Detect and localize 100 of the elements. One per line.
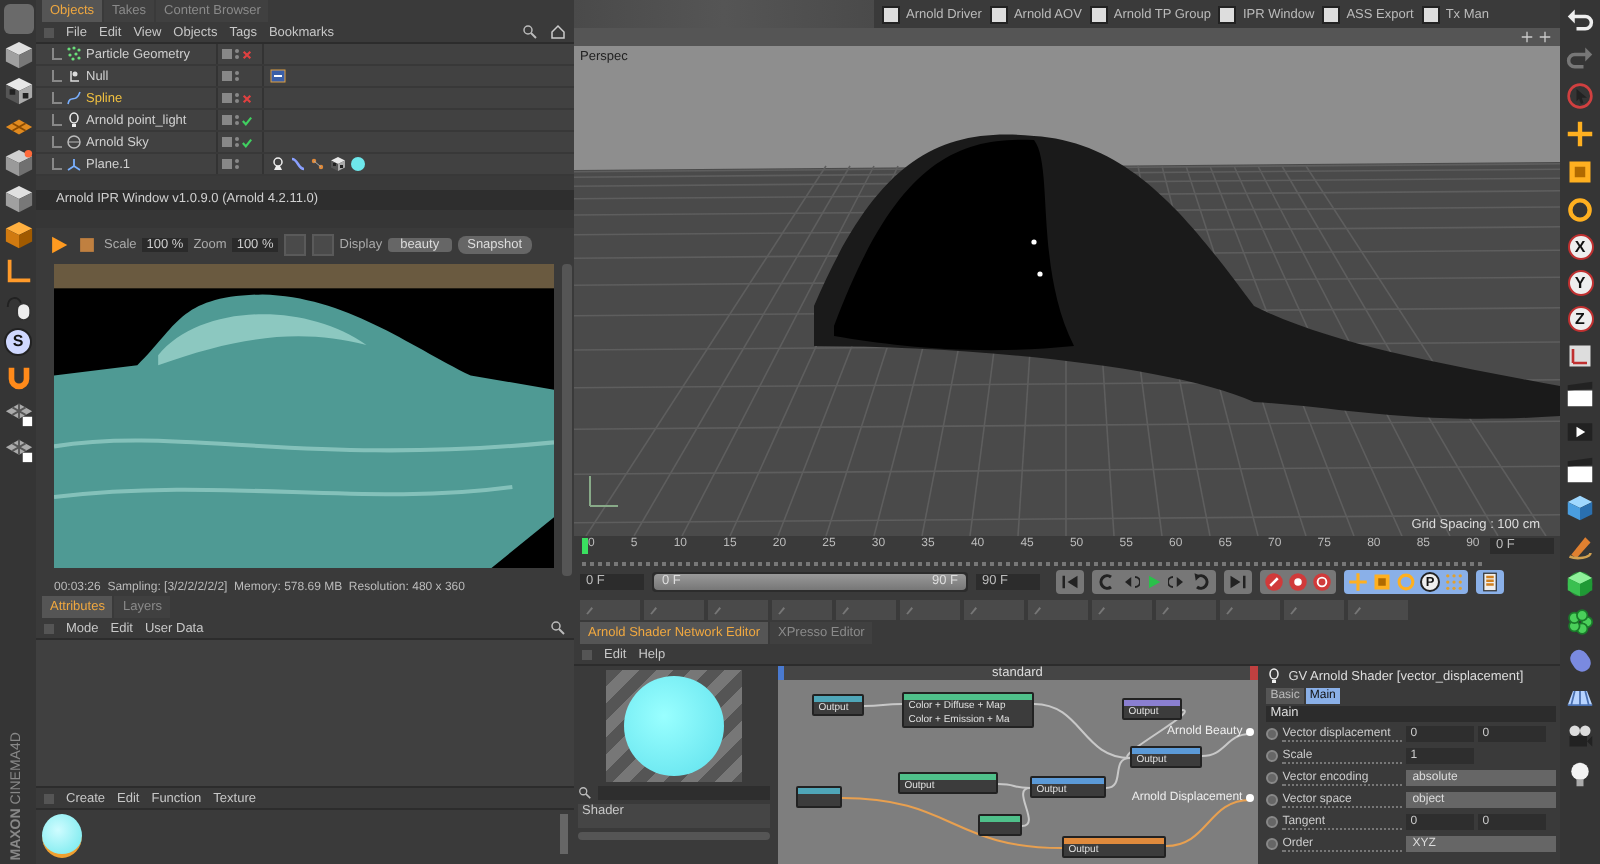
- axis-icon[interactable]: [3, 256, 33, 286]
- brush-icon: [584, 604, 596, 616]
- enabled-check-icon[interactable]: [242, 137, 252, 147]
- brush-icon: [1224, 604, 1236, 616]
- move-view-icon[interactable]: [1520, 30, 1534, 44]
- clapper-icon[interactable]: [1566, 456, 1594, 484]
- light-object-icon: [66, 112, 82, 128]
- app-logo-icon: [3, 4, 33, 34]
- rotate-icon[interactable]: [1566, 196, 1594, 224]
- grid-icon[interactable]: [3, 398, 33, 428]
- cube-icon[interactable]: [3, 220, 33, 250]
- visibility-icon[interactable]: [222, 114, 240, 126]
- scrollbar[interactable]: [560, 814, 568, 854]
- timeline-icon[interactable]: [1480, 572, 1500, 592]
- enabled-check-icon[interactable]: [242, 115, 252, 125]
- stop-icon[interactable]: [76, 233, 98, 255]
- refresh-icon[interactable]: [1096, 572, 1116, 592]
- plane-object-icon: [66, 156, 82, 172]
- node-tag-icon[interactable]: [270, 68, 286, 84]
- spline-object-icon: [66, 90, 82, 106]
- capsule-icon[interactable]: [1566, 646, 1594, 674]
- move-icon[interactable]: [1566, 120, 1594, 148]
- visibility-icon[interactable]: [222, 136, 240, 148]
- panel-toggle[interactable]: [44, 793, 54, 803]
- undo-icon[interactable]: [1566, 6, 1594, 34]
- checker-cube-icon[interactable]: [3, 76, 33, 106]
- skip-start-icon[interactable]: [1060, 572, 1080, 592]
- cube-icon[interactable]: [3, 40, 33, 70]
- record-icon[interactable]: [1264, 572, 1284, 592]
- lamp-tag-icon[interactable]: [270, 156, 286, 172]
- brush-icon: [840, 604, 852, 616]
- material-swatch[interactable]: [42, 814, 82, 858]
- visibility-icon[interactable]: [222, 48, 240, 60]
- magnet-icon[interactable]: [3, 362, 33, 392]
- shader-node[interactable]: [978, 814, 1023, 836]
- cube-icon[interactable]: [1566, 570, 1594, 598]
- dot-grid-icon[interactable]: [1444, 572, 1464, 592]
- snap-button[interactable]: S: [4, 328, 32, 356]
- flower-icon[interactable]: [1566, 608, 1594, 636]
- search-icon[interactable]: [578, 786, 592, 800]
- cube-icon[interactable]: [1566, 494, 1594, 522]
- node-wire: [1165, 799, 1252, 847]
- brush-icon: [968, 604, 980, 616]
- loop-icon[interactable]: [1192, 572, 1212, 592]
- shader-node[interactable]: [796, 786, 843, 808]
- play-icon[interactable]: [48, 233, 70, 255]
- brush-icon: [1032, 604, 1044, 616]
- null-object-icon: [66, 68, 82, 84]
- cube-icon[interactable]: [3, 184, 33, 214]
- brush-icon: [1160, 604, 1172, 616]
- curve-tag-icon[interactable]: [290, 156, 306, 172]
- home-icon[interactable]: [550, 24, 566, 40]
- mouse-icon[interactable]: [3, 292, 33, 322]
- search-icon[interactable]: [522, 24, 538, 40]
- search-icon[interactable]: [550, 620, 566, 636]
- visibility-icon[interactable]: [222, 92, 240, 104]
- cube-points-icon[interactable]: [3, 148, 33, 178]
- port-dot[interactable]: [1246, 728, 1255, 736]
- node-wire: [863, 703, 904, 707]
- brush-icon: [1352, 604, 1364, 616]
- brush-icon: [1096, 604, 1108, 616]
- coordinate-icon[interactable]: [1566, 342, 1594, 370]
- brush-icon: [648, 604, 660, 616]
- next-key-icon[interactable]: [1168, 572, 1188, 592]
- toggle-button[interactable]: [283, 233, 306, 255]
- visibility-icon[interactable]: [222, 158, 240, 170]
- sky-object-icon: [66, 134, 82, 150]
- axis-gizmo-icon: [589, 475, 619, 507]
- brush-icon: [904, 604, 916, 616]
- axis-lock-button[interactable]: X: [1567, 234, 1593, 260]
- render-icon[interactable]: [1566, 418, 1594, 446]
- brush-icon: [1288, 604, 1300, 616]
- redo-icon[interactable]: [1566, 44, 1594, 72]
- sphere-tag-icon[interactable]: [350, 156, 366, 172]
- visibility-icon[interactable]: [222, 70, 240, 82]
- light-bulb-icon[interactable]: [1566, 760, 1594, 788]
- brush-icon: [712, 604, 724, 616]
- camera-icon[interactable]: [1566, 722, 1594, 750]
- select-icon[interactable]: [1566, 82, 1594, 110]
- scrollbar[interactable]: [562, 264, 572, 576]
- clapper-icon[interactable]: [1566, 380, 1594, 408]
- node-wire: [1201, 733, 1252, 757]
- panel-toggle[interactable]: [44, 27, 54, 37]
- points-tag-icon[interactable]: [310, 156, 326, 172]
- scale-icon[interactable]: [1566, 158, 1594, 186]
- move-view-icon[interactable]: [1538, 30, 1552, 44]
- axis-lock-button[interactable]: Y: [1567, 270, 1593, 296]
- particles-object-icon: [66, 46, 82, 62]
- skip-end-icon[interactable]: [1228, 572, 1248, 592]
- sphere-drawing: [624, 676, 725, 776]
- checker-tag-icon[interactable]: [330, 156, 346, 172]
- pen-icon[interactable]: [1566, 532, 1594, 560]
- port-dot[interactable]: [1246, 794, 1255, 802]
- point-marker: [1031, 239, 1037, 245]
- grid-icon[interactable]: [3, 434, 33, 464]
- point-marker: [1037, 271, 1043, 277]
- panel-toggle[interactable]: [582, 649, 592, 659]
- axis-lock-button[interactable]: Z: [1567, 306, 1593, 332]
- panel-toggle[interactable]: [44, 623, 54, 633]
- previous-key-icon[interactable]: [1120, 572, 1140, 592]
